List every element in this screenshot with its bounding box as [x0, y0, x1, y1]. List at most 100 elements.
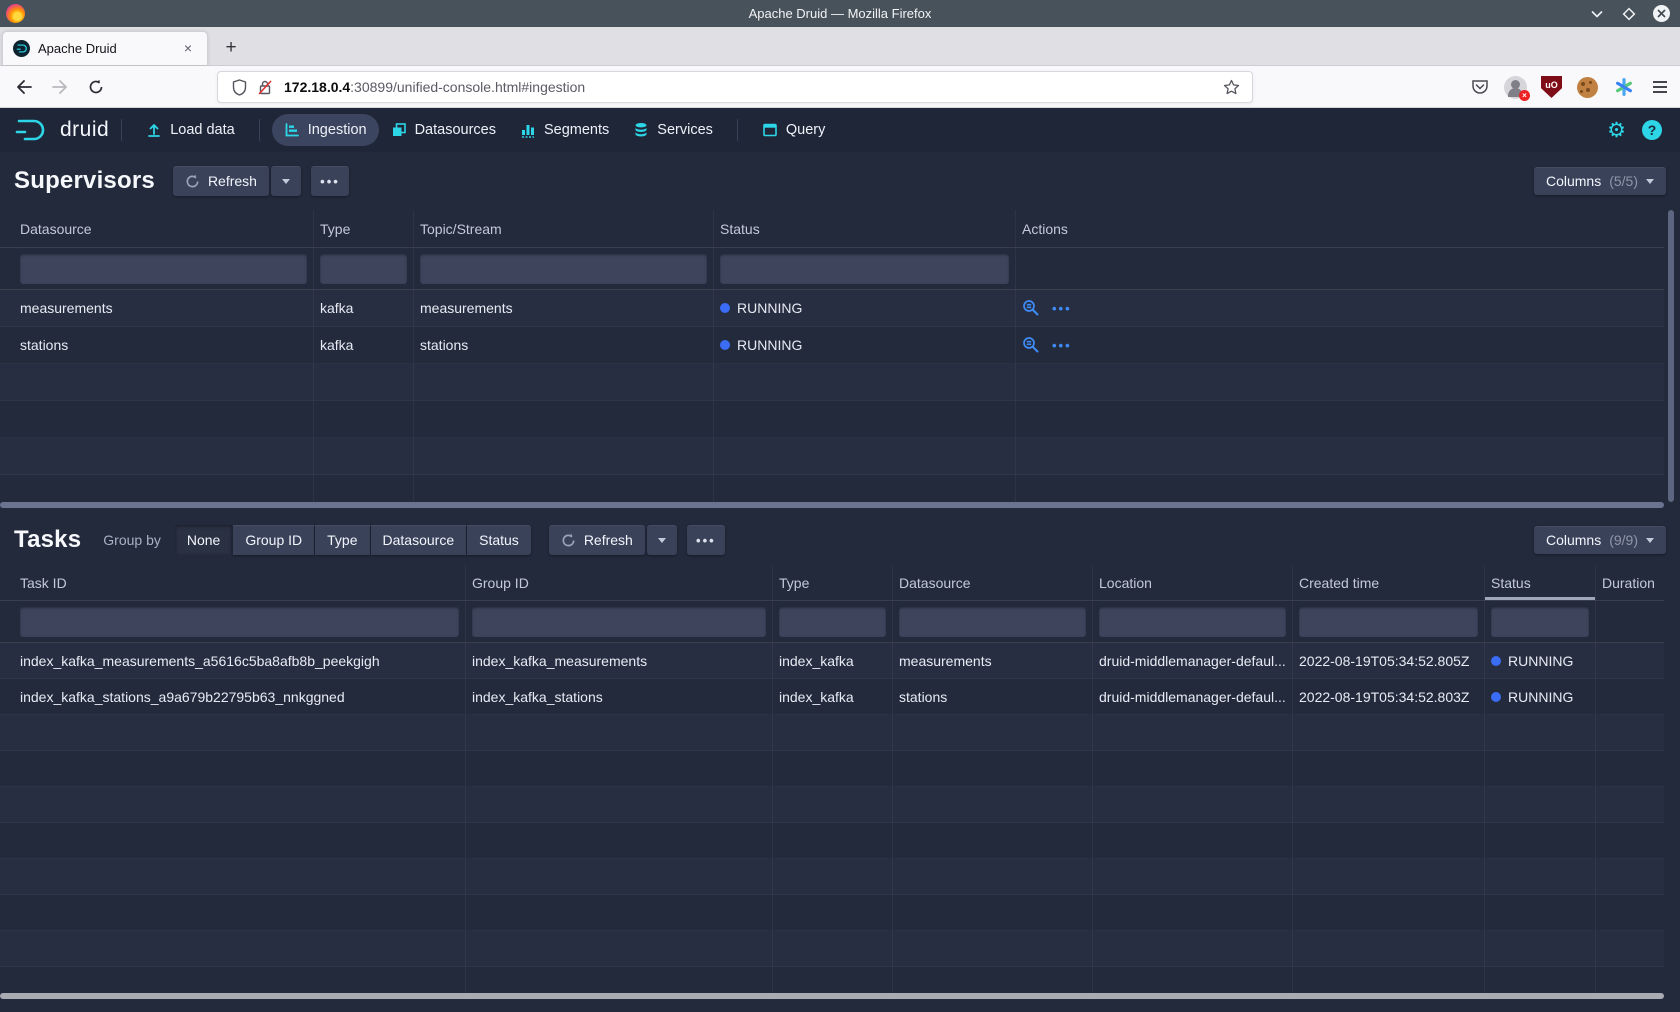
window-maximize-button[interactable] [1621, 6, 1637, 22]
column-header[interactable]: Task ID [0, 565, 466, 600]
column-header[interactable]: Duration [1596, 565, 1664, 600]
cell-datasource: measurements [893, 643, 1093, 678]
column-header[interactable]: Actions [1016, 210, 1664, 247]
task-row[interactable]: index_kafka_stations_a9a679b22795b63_nnk… [0, 679, 1664, 715]
cell-task-id: index_kafka_measurements_a5616c5ba8afb8b… [0, 643, 466, 678]
tasks-refresh-button[interactable]: Refresh [549, 525, 645, 555]
supervisors-filter-datasource[interactable] [20, 254, 307, 284]
supervisor-row[interactable]: stations kafka stations RUNNING ••• [0, 327, 1664, 364]
column-header[interactable]: Datasource [0, 210, 314, 247]
refresh-label: Refresh [584, 532, 633, 548]
tasks-filter-created-time[interactable] [1299, 607, 1478, 637]
column-header[interactable]: Location [1093, 565, 1293, 600]
nav-item-query[interactable]: Query [750, 114, 838, 146]
settings-gear-icon[interactable]: ⚙ [1607, 120, 1626, 141]
cookie-extension-icon[interactable] [1575, 75, 1600, 100]
tracking-shield-icon[interactable] [229, 77, 249, 97]
status-label: RUNNING [737, 337, 802, 353]
tasks-filter-group-id[interactable] [472, 607, 766, 637]
nav-label: Load data [170, 122, 235, 138]
back-button[interactable] [10, 73, 38, 101]
tab-close-button[interactable]: × [179, 40, 197, 58]
status-label: RUNNING [737, 300, 802, 316]
tasks-table: Task ID Group ID Type Datasource Locatio… [0, 565, 1664, 993]
tasks-filter-type[interactable] [779, 607, 886, 637]
cell-topic: measurements [414, 290, 714, 326]
group-by-datasource-button[interactable]: Datasource [371, 525, 467, 555]
task-row[interactable]: index_kafka_measurements_a5616c5ba8afb8b… [0, 643, 1664, 679]
nav-item-load-data[interactable]: Load data [134, 114, 247, 146]
nav-item-services[interactable]: Services [621, 114, 725, 146]
supervisors-horizontal-scrollbar[interactable] [0, 502, 1664, 508]
group-by-none-button[interactable]: None [175, 525, 232, 555]
supervisors-filter-topic[interactable] [420, 254, 707, 284]
help-icon[interactable]: ? [1642, 120, 1662, 140]
tasks-columns-button[interactable]: Columns (9/9) [1534, 526, 1666, 554]
tasks-filter-task-id[interactable] [20, 607, 459, 637]
window-titlebar: Apache Druid — Mozilla Firefox [0, 0, 1680, 27]
empty-row [0, 715, 1664, 751]
insecure-lock-icon[interactable] [255, 77, 275, 97]
column-header[interactable]: Status [714, 210, 1016, 247]
bookmark-star-icon[interactable] [1221, 77, 1241, 97]
cell-actions: ••• [1016, 327, 1664, 363]
empty-row [0, 823, 1664, 859]
nav-item-segments[interactable]: Segments [508, 114, 621, 146]
tasks-filter-status[interactable] [1491, 607, 1589, 637]
row-more-icon[interactable]: ••• [1052, 338, 1072, 353]
refresh-label: Refresh [208, 173, 257, 189]
supervisors-filter-type[interactable] [320, 254, 407, 284]
window-minimize-button[interactable] [1589, 6, 1605, 22]
asterisk-extension-icon[interactable] [1611, 75, 1636, 100]
tasks-filter-row [0, 601, 1664, 643]
pocket-icon[interactable] [1467, 75, 1492, 100]
more-icon: ••• [696, 534, 716, 547]
tasks-refresh-caret-button[interactable] [647, 525, 677, 555]
supervisors-refresh-button[interactable]: Refresh [173, 166, 269, 196]
tasks-more-button[interactable]: ••• [687, 525, 725, 555]
group-by-group-id-button[interactable]: Group ID [233, 525, 314, 555]
column-header[interactable]: Created time [1293, 565, 1485, 600]
url-bar[interactable]: 172.18.0.4:30899/unified-console.html#in… [217, 71, 1253, 103]
console-content: Supervisors Refresh ••• Columns (5/5) Da… [0, 152, 1680, 1012]
magnifying-detail-icon[interactable] [1022, 299, 1040, 317]
tasks-filter-location[interactable] [1099, 607, 1286, 637]
cell-group-id: index_kafka_stations [466, 679, 773, 714]
browser-tab[interactable]: Apache Druid × [2, 31, 208, 65]
druid-logo[interactable]: druid [14, 116, 109, 144]
ublock-origin-icon[interactable]: uO [1539, 75, 1564, 100]
row-more-icon[interactable]: ••• [1052, 301, 1072, 316]
nav-label: Datasources [415, 122, 496, 138]
account-extension-icon[interactable]: × [1503, 75, 1528, 100]
browser-toolbar: 172.18.0.4:30899/unified-console.html#in… [0, 66, 1680, 108]
group-by-status-button[interactable]: Status [467, 525, 531, 555]
supervisors-vertical-scrollbar[interactable] [1668, 210, 1674, 502]
more-icon: ••• [320, 175, 340, 188]
window-close-button[interactable] [1653, 5, 1670, 22]
magnifying-detail-icon[interactable] [1022, 336, 1040, 354]
column-header[interactable]: Group ID [466, 565, 773, 600]
nav-item-datasources[interactable]: Datasources [379, 114, 508, 146]
cell-topic: stations [414, 327, 714, 363]
new-tab-button[interactable]: + [218, 35, 244, 61]
supervisors-columns-button[interactable]: Columns (5/5) [1534, 167, 1666, 195]
datasources-icon [391, 122, 407, 138]
nav-item-ingestion[interactable]: Ingestion [272, 114, 379, 146]
column-header-sorted[interactable]: Status [1485, 565, 1596, 600]
hamburger-menu-icon[interactable] [1647, 75, 1672, 100]
empty-row [0, 859, 1664, 895]
supervisors-refresh-caret-button[interactable] [271, 166, 301, 196]
supervisors-filter-status[interactable] [720, 254, 1009, 284]
tasks-filter-datasource[interactable] [899, 607, 1086, 637]
column-header[interactable]: Type [314, 210, 414, 247]
supervisor-row[interactable]: measurements kafka measurements RUNNING … [0, 290, 1664, 327]
column-header[interactable]: Datasource [893, 565, 1093, 600]
column-header[interactable]: Type [773, 565, 893, 600]
forward-button[interactable] [46, 73, 74, 101]
reload-button[interactable] [82, 73, 110, 101]
column-header[interactable]: Topic/Stream [414, 210, 714, 247]
supervisors-more-button[interactable]: ••• [311, 166, 349, 196]
tasks-horizontal-scrollbar[interactable] [0, 993, 1664, 999]
nav-label: Services [657, 122, 713, 138]
group-by-type-button[interactable]: Type [315, 525, 369, 555]
